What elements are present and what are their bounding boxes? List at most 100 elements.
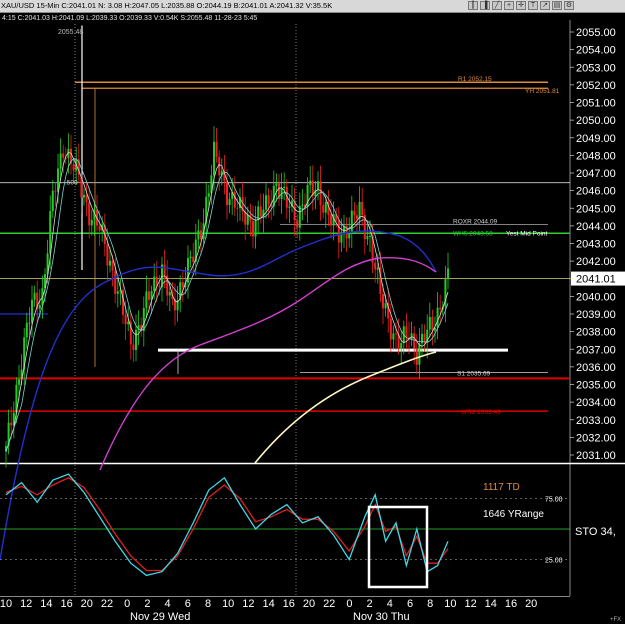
candle-down xyxy=(374,262,377,270)
time-tick-label: 8 xyxy=(427,598,433,610)
price-chart[interactable]: 4:15 C:2041.03 H:2041.09 L:2039.33 O:203… xyxy=(0,12,625,624)
candle-up xyxy=(265,195,267,210)
price-tick-label: 2051.00 xyxy=(576,98,616,110)
candle-up xyxy=(283,186,286,189)
candle-down xyxy=(356,215,358,219)
candle-up xyxy=(246,214,249,225)
candle-down xyxy=(382,293,384,309)
time-tick-label: 22 xyxy=(323,598,335,610)
candle-down xyxy=(200,230,202,240)
candle-down xyxy=(85,194,88,203)
yesterday-high-label: YH 2051.81 xyxy=(525,88,560,95)
cross-icon[interactable]: ✛ xyxy=(516,1,526,10)
fx-logo: +FX xyxy=(610,617,621,623)
candle-down xyxy=(233,191,236,208)
price-tick-label: 2050.00 xyxy=(576,115,616,127)
candle-up xyxy=(28,322,31,324)
candle-up xyxy=(135,329,137,350)
r1-pivot-label: R1 2052.15 xyxy=(458,76,492,83)
candle-down xyxy=(353,210,356,216)
cream-ma-line xyxy=(254,351,437,464)
candle-up xyxy=(18,379,20,385)
candle-up xyxy=(116,291,119,294)
print-icon[interactable]: ▤ xyxy=(552,1,562,10)
yrange-annotation: 1646 YRange xyxy=(483,509,544,520)
time-tick-label: 16 xyxy=(60,598,72,610)
candle-up xyxy=(207,193,210,197)
zoom-icon[interactable]: + xyxy=(504,1,514,10)
fib-label: .500 xyxy=(65,180,78,187)
last-price-label: 2041.01 xyxy=(576,274,616,286)
price-tick-label: 2045.00 xyxy=(576,203,616,215)
candle-down xyxy=(337,220,340,243)
candle-down xyxy=(98,225,101,231)
time-tick-label: 10 xyxy=(444,598,456,610)
time-tick-label: 12 xyxy=(20,598,32,610)
price-tick-label: 2032.00 xyxy=(576,432,616,444)
candle-down xyxy=(124,314,127,325)
candle-up xyxy=(228,199,231,206)
candle-up xyxy=(145,291,148,309)
candle-up xyxy=(447,268,449,280)
candle-up xyxy=(324,201,327,213)
candle-down xyxy=(259,206,262,217)
candle-down xyxy=(163,264,166,276)
settings-icon[interactable]: ⚙ xyxy=(564,1,574,10)
candle-up xyxy=(410,333,413,340)
text-icon[interactable]: T xyxy=(528,1,538,10)
candle-up xyxy=(317,181,319,191)
sto-75-label: 75.00 xyxy=(545,497,563,504)
candle-up xyxy=(90,219,93,226)
candle-down xyxy=(415,348,418,365)
price-tick-label: 2034.00 xyxy=(576,397,616,409)
candle-down xyxy=(215,141,218,157)
candle-up xyxy=(376,267,379,270)
price-tick-label: 2046.00 xyxy=(576,186,616,198)
bar-icon[interactable]: ┃ xyxy=(468,1,478,10)
line-icon[interactable]: ╱ xyxy=(492,1,502,10)
date-label-nov29: Nov 29 Wed xyxy=(130,611,190,623)
candle-up xyxy=(340,234,343,243)
time-tick-label: 6 xyxy=(185,598,191,610)
candle-up xyxy=(428,317,431,330)
candle-down xyxy=(431,317,434,331)
candle-down xyxy=(395,333,397,335)
sto-25-label: 25.00 xyxy=(545,558,563,565)
time-tick-label: 6 xyxy=(407,598,413,610)
candle-down xyxy=(405,326,408,338)
candle-down xyxy=(236,207,239,209)
candle-down xyxy=(439,307,442,310)
yest-mid-point-label: Yest Mid Point xyxy=(506,230,548,237)
trend-icon[interactable]: ↗ xyxy=(540,1,550,10)
candle-up xyxy=(168,292,171,296)
price-tick-label: 2039.00 xyxy=(576,309,616,321)
time-tick-label: 14 xyxy=(485,598,497,610)
candle-down xyxy=(181,282,184,288)
time-tick-label: 14 xyxy=(40,598,52,610)
time-tick-label: 8 xyxy=(205,598,211,610)
candle-up xyxy=(400,343,403,349)
weekly-level-label: WH5 2043.58 xyxy=(453,230,493,237)
price-tick-label: 2036.00 xyxy=(576,362,616,374)
time-tick-label: 22 xyxy=(101,598,113,610)
sto-fast-line xyxy=(5,473,449,577)
time-tick-label: 16 xyxy=(505,598,517,610)
time-tick-label: 10 xyxy=(222,598,234,610)
candle-down xyxy=(330,214,332,226)
highlight-box xyxy=(367,505,429,589)
candle-down xyxy=(111,260,114,271)
candle-down xyxy=(296,220,299,228)
candle-up xyxy=(288,206,291,208)
price-tick-label: 2035.00 xyxy=(576,380,616,392)
candle-icon[interactable]: ▐ xyxy=(480,1,490,10)
date-label-nov30: Nov 30 Thu xyxy=(353,611,410,623)
price-tick-label: 2049.00 xyxy=(576,133,616,145)
price-tick-label: 2043.00 xyxy=(576,239,616,251)
time-tick-label: 2 xyxy=(367,598,373,610)
price-tick-label: 2052.00 xyxy=(576,80,616,92)
candle-up xyxy=(369,235,371,237)
wr2-level-label: WR2 2033.49 xyxy=(461,409,501,416)
price-tick-label: 2055.00 xyxy=(576,27,616,39)
price-tick-label: 2044.00 xyxy=(576,221,616,233)
time-tick-label: 10 xyxy=(0,598,12,610)
